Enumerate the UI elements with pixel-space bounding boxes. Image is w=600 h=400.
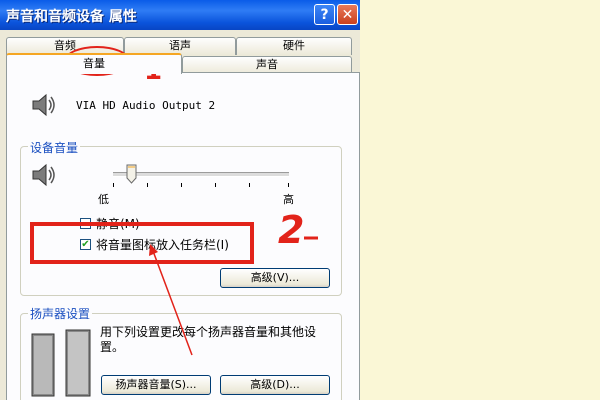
tab-volume[interactable]: 音量 — [6, 53, 182, 74]
